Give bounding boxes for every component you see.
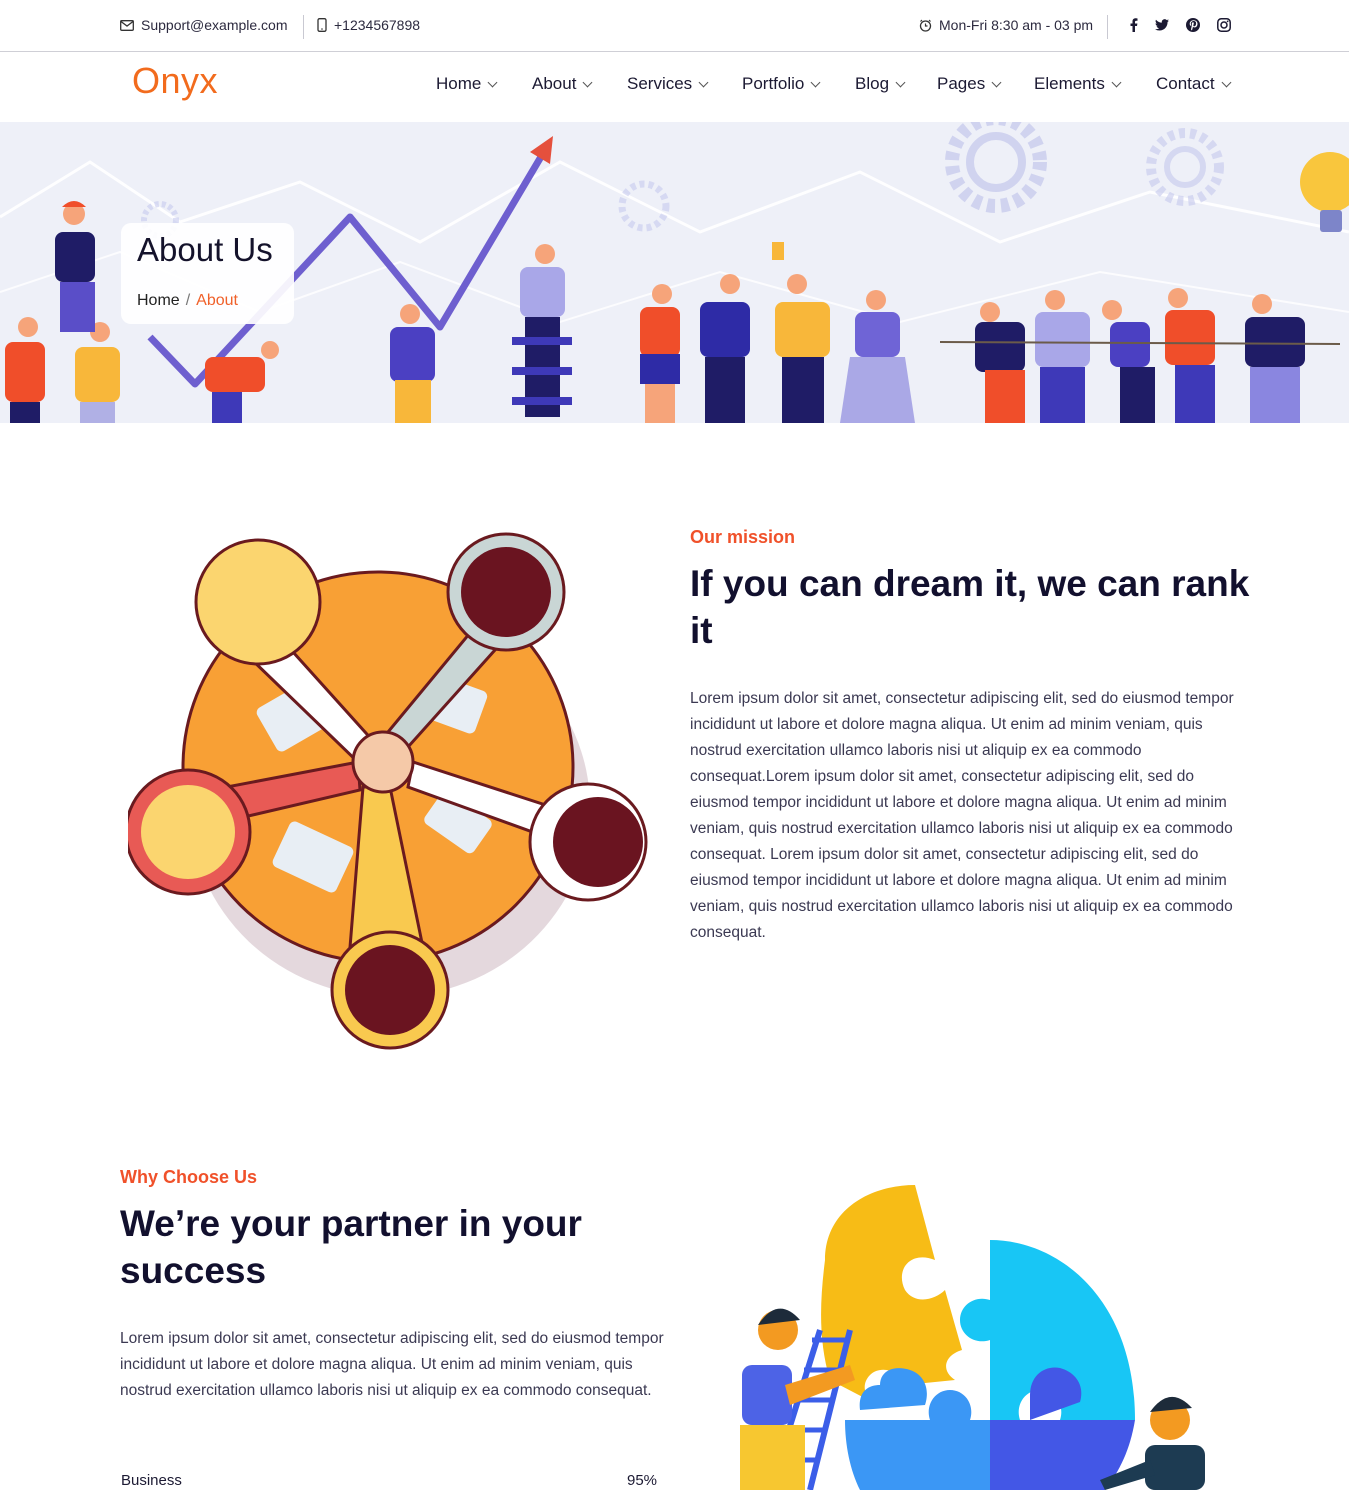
chevron-down-icon bbox=[1111, 77, 1122, 87]
chevron-down-icon bbox=[895, 77, 906, 87]
nav-contact-label: Contact bbox=[1156, 74, 1215, 93]
office-hours-text: Mon-Fri 8:30 am - 03 pm bbox=[939, 17, 1094, 33]
nav-elements-label: Elements bbox=[1034, 74, 1105, 93]
chevron-down-icon bbox=[1221, 77, 1232, 87]
instagram-icon[interactable] bbox=[1217, 18, 1231, 32]
skill-value: 95% bbox=[627, 1472, 658, 1489]
support-phone-text: +1234567898 bbox=[334, 17, 421, 33]
mail-icon bbox=[120, 19, 134, 31]
lightbulb-icon bbox=[1300, 152, 1349, 232]
chevron-down-icon bbox=[698, 77, 709, 87]
facebook-icon[interactable] bbox=[1126, 18, 1140, 32]
mission-heading: If you can dream it, we can rank it bbox=[690, 563, 1250, 651]
breadcrumb-home-link[interactable]: Home bbox=[137, 292, 180, 309]
nav-services-label: Services bbox=[627, 74, 693, 93]
skill-label: Business bbox=[121, 1472, 182, 1489]
nav-contact[interactable]: Contact bbox=[1156, 74, 1232, 94]
support-email-text: Support@example.com bbox=[141, 17, 288, 33]
mobile-phone-icon bbox=[317, 18, 327, 32]
nav-pages-label: Pages bbox=[937, 74, 986, 93]
page-title: About Us bbox=[137, 231, 273, 268]
breadcrumb-card: About Us Home / About bbox=[121, 223, 294, 324]
gear-icon bbox=[618, 180, 670, 232]
mission-paragraph: Lorem ipsum dolor sit amet, consectetur … bbox=[690, 690, 1234, 941]
nav-blog-label: Blog bbox=[855, 74, 890, 93]
people-group-right bbox=[939, 288, 1341, 423]
pinterest-icon[interactable] bbox=[1186, 18, 1200, 32]
chevron-down-icon bbox=[991, 77, 1002, 87]
main-navbar: Onyx Home About Services Portfolio Blog … bbox=[0, 52, 1349, 122]
nav-services[interactable]: Services bbox=[627, 74, 709, 94]
twitter-icon[interactable] bbox=[1155, 18, 1169, 32]
support-phone[interactable]: +1234567898 bbox=[317, 17, 420, 33]
nav-portfolio[interactable]: Portfolio bbox=[742, 74, 821, 94]
nav-blog[interactable]: Blog bbox=[855, 74, 906, 94]
nav-portfolio-label: Portfolio bbox=[742, 74, 805, 93]
breadcrumb: Home / About bbox=[137, 292, 238, 310]
breadcrumb-current: About bbox=[196, 292, 238, 309]
team-hands-illustration bbox=[128, 532, 648, 1050]
nav-elements[interactable]: Elements bbox=[1034, 74, 1122, 94]
nav-about-label: About bbox=[532, 74, 577, 93]
gear-icon bbox=[945, 122, 1047, 213]
why-heading: We’re your partner in your success bbox=[120, 1203, 582, 1291]
puzzle-teamwork-illustration bbox=[740, 1185, 1205, 1490]
people-group-middle bbox=[390, 242, 915, 423]
mission-eyebrow: Our mission bbox=[690, 527, 796, 547]
breadcrumb-separator: / bbox=[185, 292, 191, 309]
divider bbox=[1107, 15, 1108, 39]
office-hours: Mon-Fri 8:30 am - 03 pm bbox=[919, 17, 1093, 33]
why-eyebrow: Why Choose Us bbox=[120, 1167, 258, 1187]
top-bar: Support@example.com +1234567898 Mon-Fri … bbox=[0, 0, 1349, 52]
nav-home-label: Home bbox=[436, 74, 482, 93]
chevron-down-icon bbox=[487, 77, 498, 87]
gear-icon bbox=[1146, 128, 1224, 206]
chevron-down-icon bbox=[582, 77, 593, 87]
page-hero-banner: About Us Home / About bbox=[0, 122, 1349, 423]
chevron-down-icon bbox=[810, 77, 821, 87]
nav-home[interactable]: Home bbox=[436, 74, 498, 94]
nav-about[interactable]: About bbox=[532, 74, 593, 94]
support-email[interactable]: Support@example.com bbox=[120, 17, 288, 33]
alarm-clock-icon bbox=[919, 19, 932, 32]
why-paragraph: Lorem ipsum dolor sit amet, consectetur … bbox=[120, 1330, 664, 1399]
nav-pages[interactable]: Pages bbox=[937, 74, 1002, 94]
site-logo[interactable]: Onyx bbox=[132, 60, 218, 102]
divider bbox=[303, 15, 304, 39]
